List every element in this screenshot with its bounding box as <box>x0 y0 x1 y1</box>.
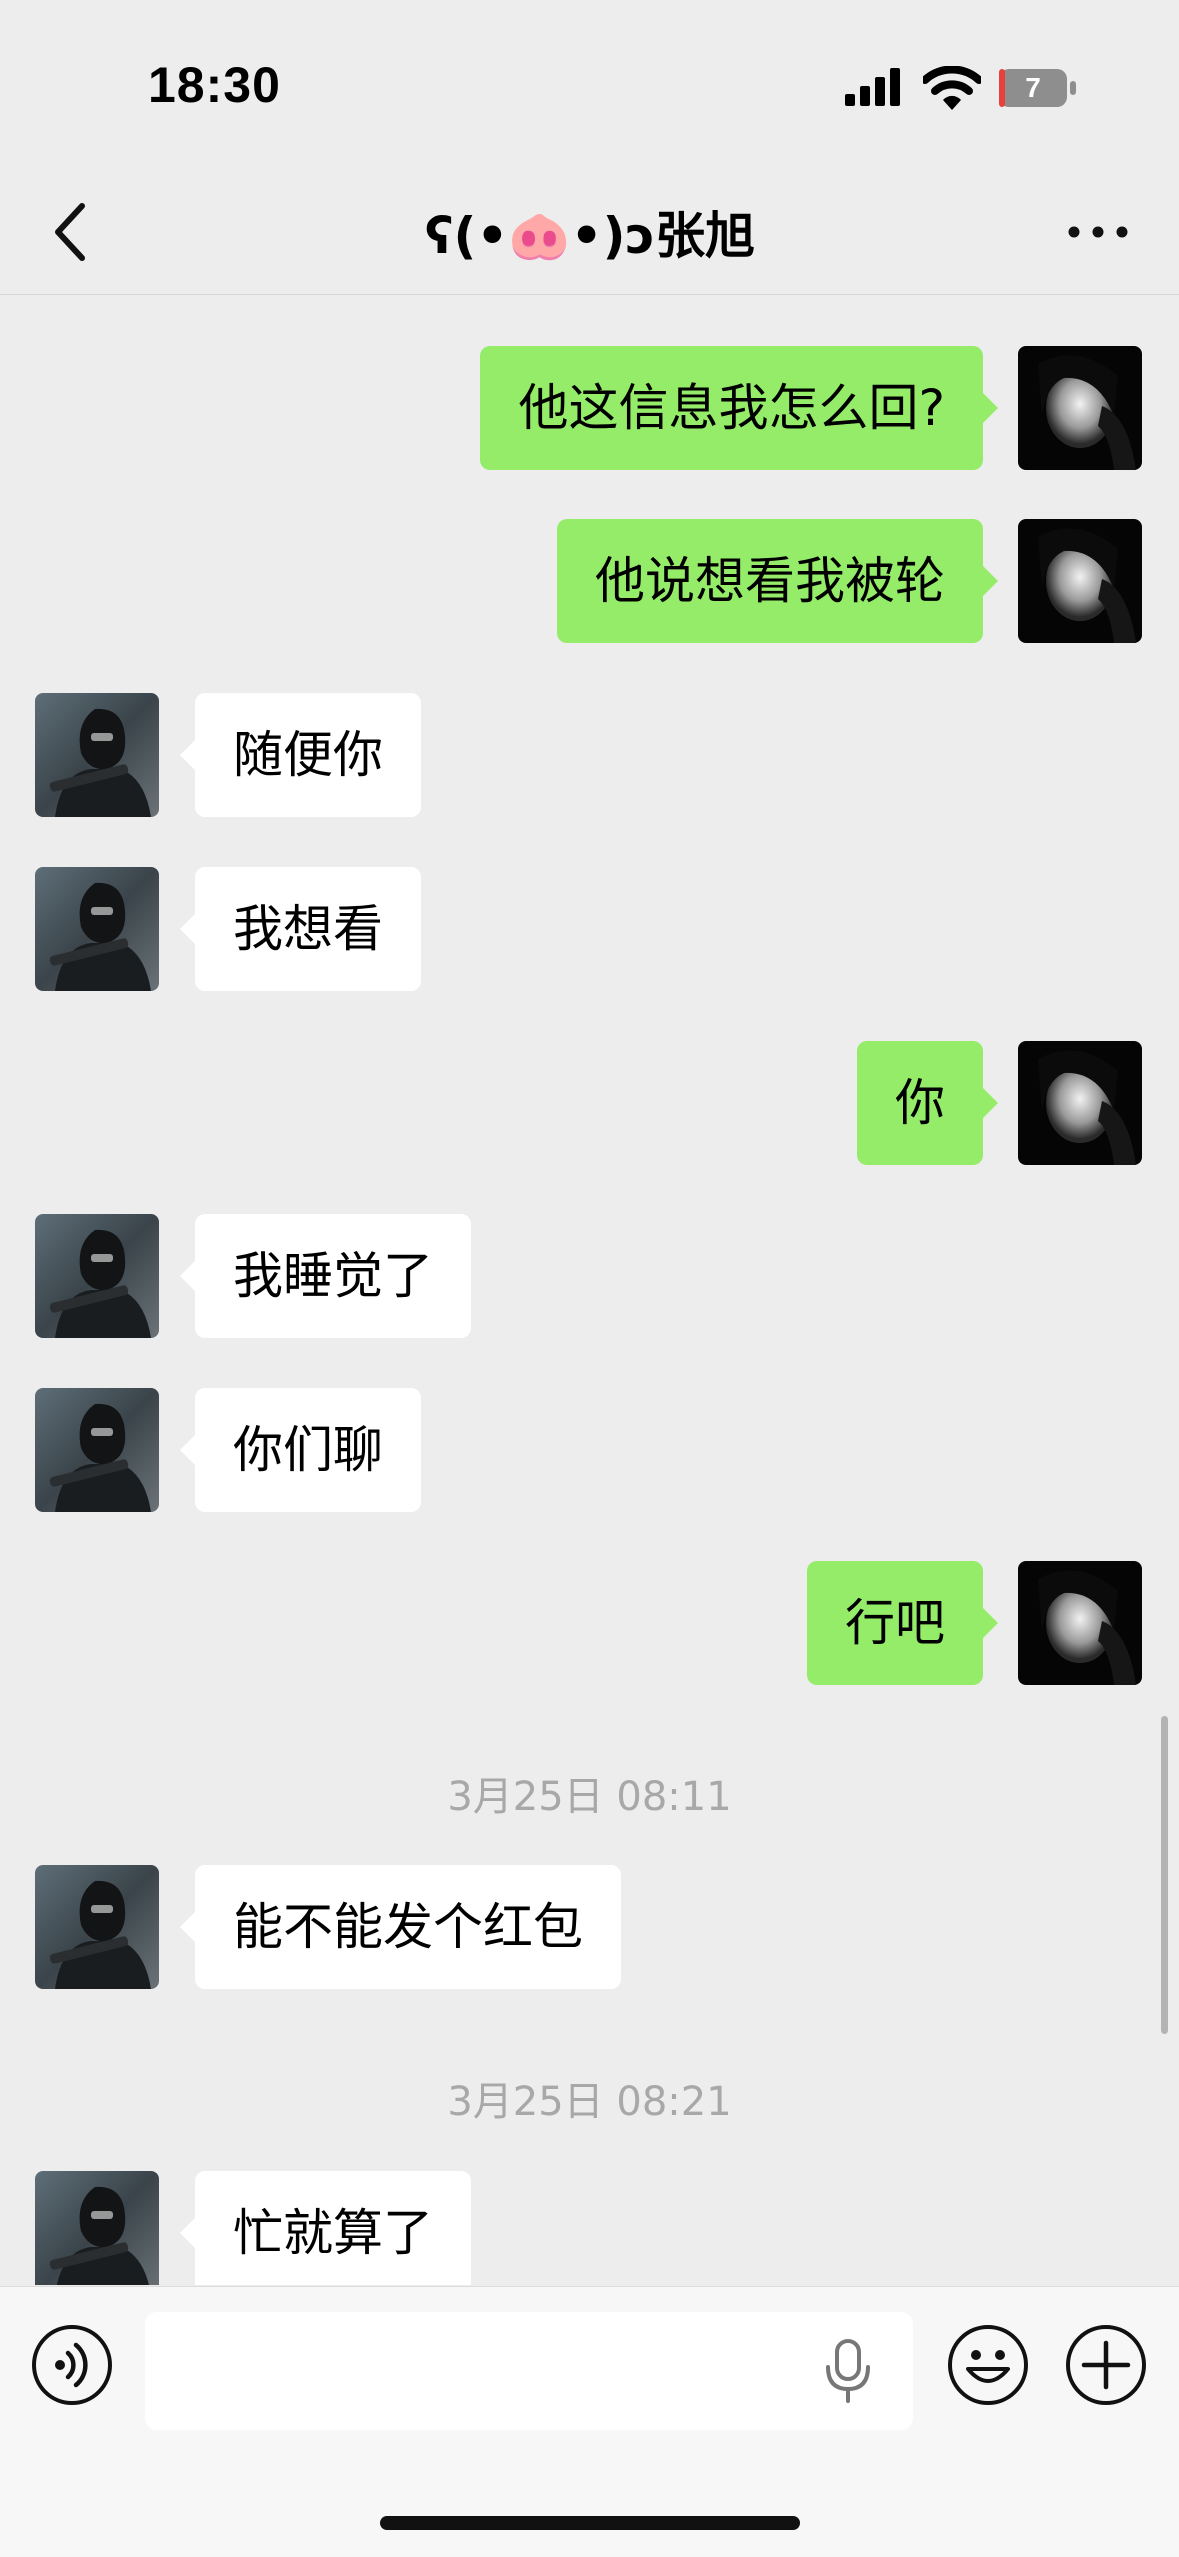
voice-icon[interactable] <box>30 2323 114 2407</box>
wifi-icon <box>923 66 981 110</box>
my-avatar[interactable] <box>1018 1561 1142 1685</box>
message-bubble[interactable]: 我想看 <box>180 867 421 991</box>
incoming-message: 我睡觉了 <box>0 1214 1179 1338</box>
message-bubble[interactable]: 忙就算了 <box>180 2171 471 2285</box>
message-text-input[interactable] <box>145 2312 913 2430</box>
message-bubble[interactable]: 你们聊 <box>180 1388 421 1512</box>
incoming-message: 能不能发个红包 <box>0 1865 1179 1989</box>
incoming-message: 随便你 <box>0 693 1179 817</box>
incoming-message: 我想看 <box>0 867 1179 991</box>
status-bar: 18:30 7 <box>0 0 1179 170</box>
outgoing-message: 你 <box>0 1041 1179 1165</box>
my-avatar[interactable] <box>1018 519 1142 643</box>
scrollbar[interactable] <box>1161 1716 1168 2034</box>
incoming-message: 你们聊 <box>0 1388 1179 1512</box>
plus-icon[interactable] <box>1064 2323 1148 2407</box>
chevron-left-icon <box>55 203 85 261</box>
message-bubble[interactable]: 行吧 <box>807 1561 998 1685</box>
message-bubble[interactable]: 他这信息我怎么回? <box>480 346 998 470</box>
my-avatar[interactable] <box>1018 346 1142 470</box>
battery-level: 7 <box>1025 72 1041 103</box>
message-bubble[interactable]: 他说想看我被轮 <box>557 519 998 643</box>
contact-avatar[interactable] <box>35 1388 159 1512</box>
outgoing-message: 他这信息我怎么回? <box>0 346 1179 470</box>
outgoing-message: 他说想看我被轮 <box>0 519 1179 643</box>
outgoing-message: 行吧 <box>0 1561 1179 1685</box>
contact-avatar[interactable] <box>35 867 159 991</box>
status-time: 18:30 <box>148 57 281 113</box>
contact-avatar[interactable] <box>35 2171 159 2285</box>
message-bubble[interactable]: 随便你 <box>180 693 421 817</box>
ellipsis-icon <box>1068 226 1128 238</box>
emoji-icon[interactable] <box>946 2323 1030 2407</box>
message-bubble[interactable]: 我睡觉了 <box>180 1214 471 1338</box>
back-button[interactable] <box>40 194 100 270</box>
chat-message-list[interactable]: 他这信息我怎么回? 他说想看我被轮 随便你 我想看 你 我睡觉了 你们聊 行吧 … <box>0 295 1179 2285</box>
microphone-icon[interactable] <box>820 2337 876 2405</box>
message-bubble[interactable]: 你 <box>857 1041 998 1165</box>
contact-avatar[interactable] <box>35 693 159 817</box>
message-bubble[interactable]: 能不能发个红包 <box>180 1865 621 1989</box>
cellular-signal-icon <box>845 68 900 106</box>
my-avatar[interactable] <box>1018 1041 1142 1165</box>
message-timestamp: 3月25日 08:21 <box>447 2079 732 2125</box>
contact-avatar[interactable] <box>35 1214 159 1338</box>
chat-title: ʕ(•🐽•)ɔ张旭 <box>424 207 756 265</box>
more-button[interactable] <box>1060 200 1136 264</box>
incoming-message: 忙就算了 <box>0 2171 1179 2285</box>
battery-indicator: 7 <box>998 68 1078 108</box>
home-indicator[interactable] <box>380 2516 800 2530</box>
contact-avatar[interactable] <box>35 1865 159 1989</box>
chat-header: ʕ(•🐽•)ɔ张旭 <box>0 170 1179 295</box>
message-timestamp: 3月25日 08:11 <box>447 1774 732 1820</box>
